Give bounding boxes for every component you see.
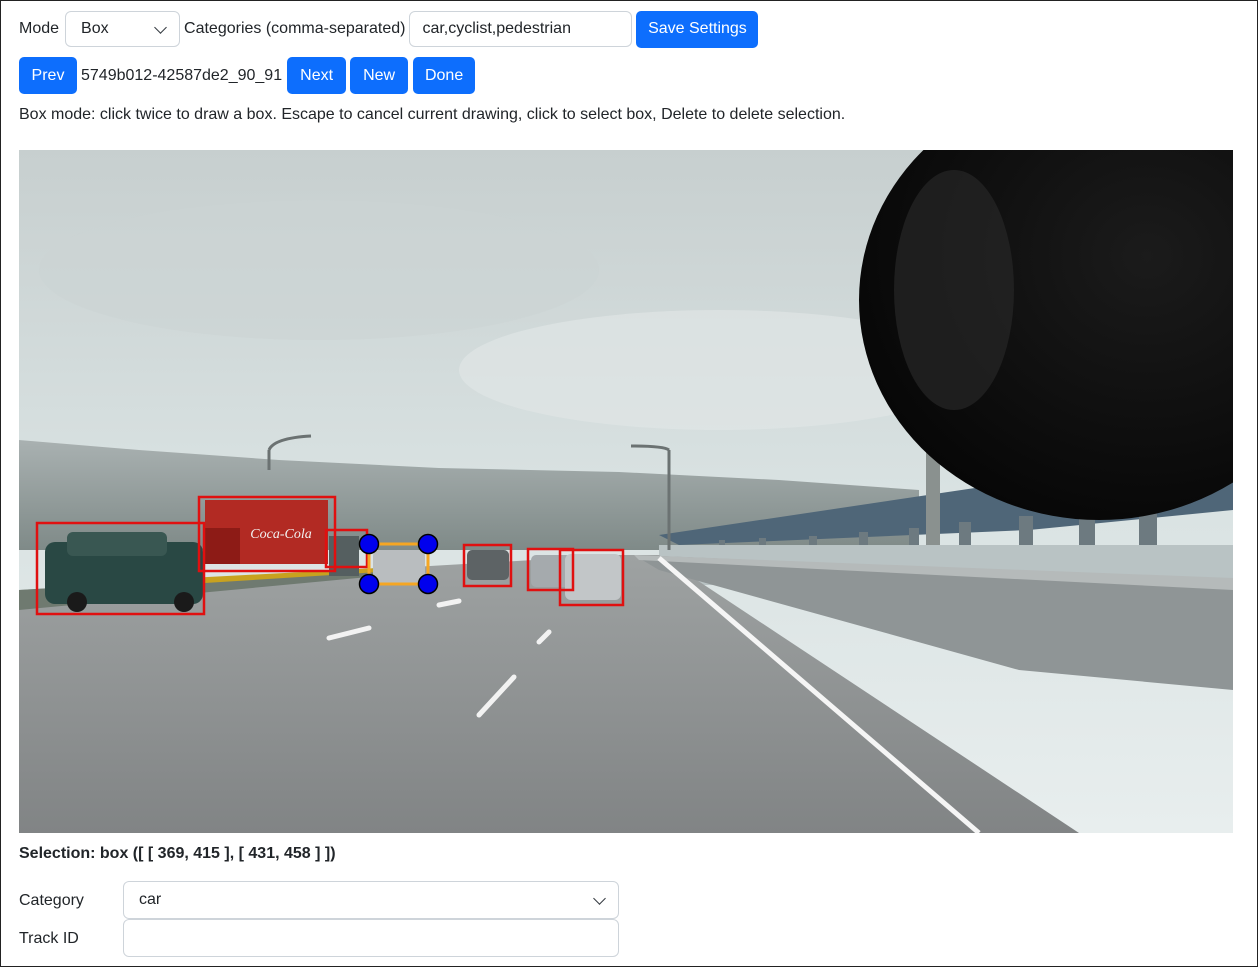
car-left (45, 532, 203, 612)
categories-input[interactable]: car,cyclist,pedestrian (409, 11, 633, 47)
mode-select-value: Box (81, 20, 109, 37)
resize-handle[interactable] (358, 573, 380, 595)
chevron-down-icon (593, 892, 606, 905)
navigation-bar: Prev 5749b012-42587de2_90_91 Next New Do… (19, 57, 476, 94)
new-button[interactable]: New (350, 57, 409, 94)
save-settings-button[interactable]: Save Settings (636, 10, 759, 48)
track-id-input[interactable] (123, 919, 619, 957)
mode-label: Mode (19, 20, 60, 37)
image-id-label: 5749b012-42587de2_90_91 (81, 66, 283, 84)
categories-label: Categories (comma-separated) (184, 20, 406, 37)
track-id-label: Track ID (19, 930, 79, 947)
truck-logo-text: Coca-Cola (250, 527, 311, 542)
category-select-value: car (139, 891, 162, 908)
next-button[interactable]: Next (287, 57, 347, 94)
categories-input-value: car,cyclist,pedestrian (422, 20, 571, 37)
annotation-canvas[interactable]: Coca-Cola (19, 150, 1233, 833)
resize-handle[interactable] (358, 533, 380, 555)
category-label: Category (19, 892, 84, 909)
settings-bar: Mode Box Categories (comma-separated) ca… (19, 10, 759, 48)
resize-handle[interactable] (417, 533, 439, 555)
resize-handle[interactable] (417, 573, 439, 595)
car-selected (373, 550, 425, 584)
chevron-down-icon (154, 21, 167, 34)
done-button[interactable]: Done (413, 57, 476, 94)
prev-button[interactable]: Prev (19, 57, 77, 94)
mode-select[interactable]: Box (65, 11, 181, 47)
category-select[interactable]: car (123, 881, 619, 919)
help-text: Box mode: click twice to draw a box. Esc… (19, 106, 846, 123)
selection-info: Selection: box ([ [ 369, 415 ], [ 431, 4… (19, 845, 336, 862)
road-scene-image: Coca-Cola (19, 150, 1233, 833)
